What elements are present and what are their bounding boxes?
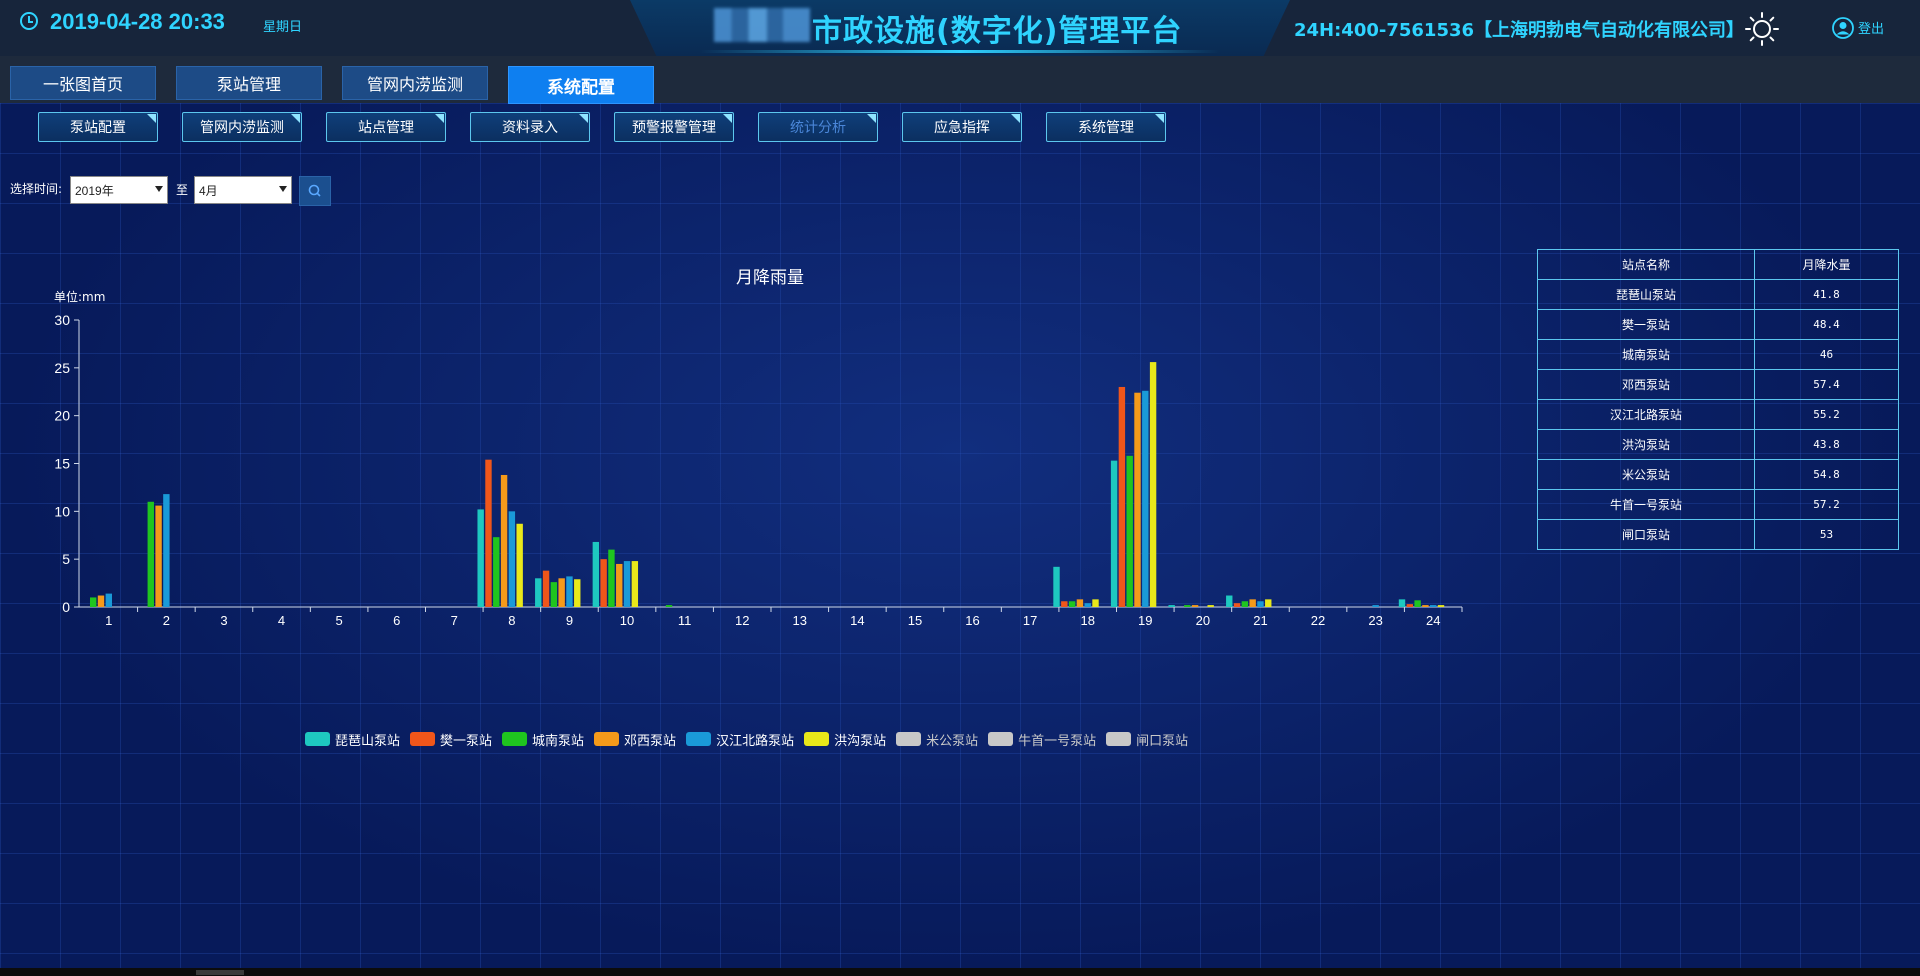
legend-item[interactable]: 米公泵站 — [896, 730, 978, 749]
rainfall-value-cell: 57.2 — [1754, 489, 1899, 520]
legend-swatch — [1106, 732, 1132, 746]
search-button[interactable] — [299, 176, 331, 206]
rainfall-value-cell: 53 — [1754, 519, 1899, 550]
rainfall-value-cell: 43.8 — [1754, 429, 1899, 460]
legend-item[interactable]: 牛首一号泵站 — [988, 730, 1096, 749]
chevron-down-icon — [155, 186, 163, 192]
nav-tab-system-config[interactable]: 系统配置 — [508, 66, 654, 104]
station-name-cell: 琵琶山泵站 — [1537, 279, 1755, 310]
table-header-rainfall: 月降水量 — [1754, 249, 1899, 280]
table-row: 汉江北路泵站 55.2 — [1537, 399, 1899, 430]
chart-title: 月降雨量 — [736, 268, 804, 288]
month-select-value: 4月 — [199, 183, 218, 198]
legend-label: 城南泵站 — [532, 733, 585, 749]
rainfall-value-cell: 54.8 — [1754, 459, 1899, 490]
hotline: 24H:400-7561536【上海明勃电气自动化有限公司】 — [1294, 20, 1745, 41]
sub-nav: 泵站配置 管网内涝监测 站点管理 资料录入 预警报警管理 统计分析 应急指挥 系… — [0, 110, 1920, 146]
legend-swatch — [594, 732, 620, 746]
clock-icon — [20, 12, 38, 30]
legend-label: 邓西泵站 — [624, 733, 677, 749]
table-row: 闸口泵站 53 — [1537, 519, 1899, 550]
legend-swatch — [305, 732, 330, 746]
legend-label: 牛首一号泵站 — [1018, 733, 1097, 749]
table-row: 牛首一号泵站 57.2 — [1537, 489, 1899, 520]
chart-legend: 琵琶山泵站 樊一泵站 城南泵站 邓西泵站 汉江北路泵站 洪沟泵站 米公泵站 牛首一号泵站 闸口泵… — [305, 728, 1198, 750]
legend-label: 洪沟泵站 — [834, 733, 887, 749]
legend-label: 闸口泵站 — [1136, 733, 1189, 749]
table-row: 樊一泵站 48.4 — [1537, 309, 1899, 340]
table-header-station: 站点名称 — [1537, 249, 1755, 280]
legend-item[interactable]: 樊一泵站 — [410, 730, 492, 749]
year-select[interactable]: 2019年 — [70, 176, 168, 204]
nav-tab-home[interactable]: 一张图首页 — [10, 66, 156, 100]
main-nav: 一张图首页 泵站管理 管网内涝监测 系统配置 — [0, 56, 1920, 104]
scrollbar-thumb[interactable] — [196, 970, 244, 975]
station-name-cell: 洪沟泵站 — [1537, 429, 1755, 460]
legend-label: 琵琶山泵站 — [335, 733, 401, 749]
rainfall-value-cell: 48.4 — [1754, 309, 1899, 340]
subnav-statistics[interactable]: 统计分析 — [758, 112, 878, 142]
subnav-pipe-monitor[interactable]: 管网内涝监测 — [182, 112, 302, 142]
station-name-cell: 牛首一号泵站 — [1537, 489, 1755, 520]
subnav-site-management[interactable]: 站点管理 — [326, 112, 446, 142]
subnav-emergency-command[interactable]: 应急指挥 — [902, 112, 1022, 142]
header: 2019-04-28 20:33 星期日 市政设施(数字化)管理平台 24H:4… — [0, 0, 1920, 56]
station-name-cell: 邓西泵站 — [1537, 369, 1755, 400]
table-row: 城南泵站 46 — [1537, 339, 1899, 370]
legend-swatch — [804, 732, 830, 746]
legend-item[interactable]: 闸口泵站 — [1106, 730, 1188, 749]
user-icon[interactable] — [1832, 17, 1854, 39]
nav-tab-pump-station[interactable]: 泵站管理 — [176, 66, 322, 100]
subnav-data-entry[interactable]: 资料录入 — [470, 112, 590, 142]
subnav-pump-config[interactable]: 泵站配置 — [38, 112, 158, 142]
legend-swatch — [896, 732, 922, 746]
legend-swatch — [686, 732, 712, 746]
legend-label: 米公泵站 — [926, 733, 979, 749]
rainfall-value-cell: 41.8 — [1754, 279, 1899, 310]
blurred-city-name — [714, 8, 810, 42]
station-name-cell: 城南泵站 — [1537, 339, 1755, 370]
month-select[interactable]: 4月 — [194, 176, 292, 204]
subnav-system-management[interactable]: 系统管理 — [1046, 112, 1166, 142]
legend-item[interactable]: 邓西泵站 — [594, 730, 676, 749]
legend-label: 樊一泵站 — [440, 733, 493, 749]
legend-item[interactable]: 洪沟泵站 — [804, 730, 886, 749]
legend-item[interactable]: 琵琶山泵站 — [305, 730, 400, 749]
station-name-cell: 樊一泵站 — [1537, 309, 1755, 340]
weekday: 星期日 — [263, 20, 303, 35]
table-row: 米公泵站 54.8 — [1537, 459, 1899, 490]
subnav-alarm-management[interactable]: 预警报警管理 — [614, 112, 734, 142]
station-name-cell: 米公泵站 — [1537, 459, 1755, 490]
station-name-cell: 闸口泵站 — [1537, 519, 1755, 550]
legend-item[interactable]: 城南泵站 — [502, 730, 584, 749]
rainfall-value-cell: 57.4 — [1754, 369, 1899, 400]
year-select-value: 2019年 — [75, 183, 114, 198]
nav-tab-pipe-monitor[interactable]: 管网内涝监测 — [342, 66, 488, 100]
legend-swatch — [502, 732, 528, 746]
rainfall-value-cell: 55.2 — [1754, 399, 1899, 430]
rainfall-value-cell: 46 — [1754, 339, 1899, 370]
rainfall-table: 站点名称 月降水量 琵琶山泵站 41.8 樊一泵站 48.4 城南泵站 46 邓西泵站 57.… — [1537, 249, 1899, 550]
platform-title: 市政设施(数字化)管理平台 — [812, 14, 1183, 49]
station-name-cell: 汉江北路泵站 — [1537, 399, 1755, 430]
legend-swatch — [410, 732, 436, 746]
legend-label: 汉江北路泵站 — [716, 733, 795, 749]
to-label: 至 — [176, 183, 189, 197]
current-datetime: 2019-04-28 20:33 — [50, 9, 225, 34]
table-row: 洪沟泵站 43.8 — [1537, 429, 1899, 460]
title-glow — [700, 50, 1220, 53]
table-header-row: 站点名称 月降水量 — [1537, 249, 1899, 280]
table-row: 琵琶山泵站 41.8 — [1537, 279, 1899, 310]
horizontal-scrollbar[interactable] — [0, 968, 1920, 976]
table-row: 邓西泵站 57.4 — [1537, 369, 1899, 400]
sun-icon[interactable] — [1745, 12, 1779, 46]
legend-swatch — [988, 732, 1014, 746]
chevron-down-icon — [279, 186, 287, 192]
time-filter-label: 选择时间: — [10, 182, 63, 196]
legend-item[interactable]: 汉江北路泵站 — [686, 730, 794, 749]
search-icon — [308, 184, 321, 197]
logout-link[interactable]: 登出 — [1858, 18, 1884, 37]
